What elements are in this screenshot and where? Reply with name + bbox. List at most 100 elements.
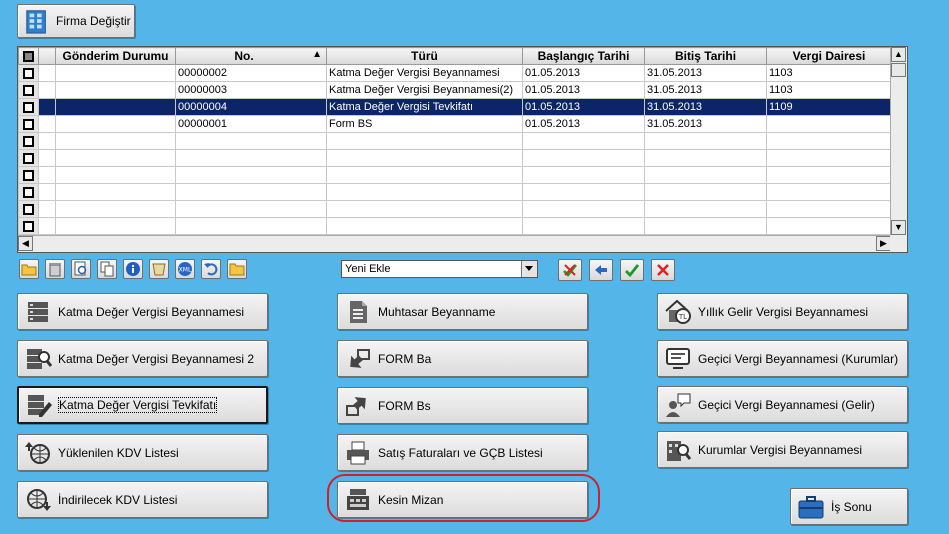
- end-date-cell[interactable]: [644, 217, 767, 235]
- type-cell[interactable]: Katma Değer Vergisi Tevkifatı: [326, 98, 523, 116]
- tax-office-cell[interactable]: [766, 149, 892, 167]
- scroll-down-button[interactable]: ▼: [891, 220, 906, 235]
- declarations-grid[interactable]: Gönderim Durumu No. ▲ Türü Başlangıç Tar…: [17, 46, 908, 253]
- no-cell[interactable]: 00000003: [175, 81, 327, 99]
- start-date-cell[interactable]: [522, 132, 645, 150]
- scroll-up-button[interactable]: ▲: [891, 47, 906, 62]
- start-date-cell[interactable]: [522, 217, 645, 235]
- type-cell[interactable]: [326, 132, 523, 150]
- status-cell[interactable]: [55, 200, 176, 218]
- status-cell[interactable]: [55, 217, 176, 235]
- row-checkbox[interactable]: [18, 217, 39, 235]
- tax-office-cell[interactable]: [766, 166, 892, 184]
- new-record-select[interactable]: Yeni Ekle: [341, 260, 538, 278]
- type-cell[interactable]: Katma Değer Vergisi Beyannamesi(2): [326, 81, 523, 99]
- kurumlar-vergisi-button[interactable]: Kurumlar Vergisi Beyannamesi: [657, 431, 908, 468]
- type-cell[interactable]: Form BS: [326, 115, 523, 133]
- folder-button[interactable]: [227, 259, 247, 279]
- table-row[interactable]: 00000001 Form BS 01.05.2013 31.05.2013: [18, 115, 892, 133]
- start-date-cell[interactable]: [522, 166, 645, 184]
- end-date-cell[interactable]: [644, 200, 767, 218]
- yillik-gelir-button[interactable]: TL Yıllık Gelir Vergisi Beyannamesi: [657, 293, 908, 330]
- tax-office-cell[interactable]: [766, 217, 892, 235]
- delete-button[interactable]: [45, 259, 65, 279]
- type-cell[interactable]: [326, 166, 523, 184]
- start-date-cell[interactable]: 01.05.2013: [522, 115, 645, 133]
- scroll-right-button[interactable]: ▶: [876, 236, 891, 251]
- no-cell[interactable]: [175, 132, 327, 150]
- undo-button[interactable]: [201, 259, 221, 279]
- end-date-cell[interactable]: [644, 132, 767, 150]
- copy-button[interactable]: [97, 259, 117, 279]
- table-row[interactable]: [18, 132, 892, 150]
- end-date-cell[interactable]: [644, 149, 767, 167]
- table-row[interactable]: 00000004 Katma Değer Vergisi Tevkifatı 01.…: [18, 98, 892, 116]
- table-row[interactable]: 00000003 Katma Değer Vergisi Beyannamesi(…: [18, 81, 892, 99]
- start-date-cell[interactable]: [522, 149, 645, 167]
- no-cell[interactable]: [175, 183, 327, 201]
- row-checkbox[interactable]: [18, 149, 39, 167]
- status-cell[interactable]: [55, 64, 176, 82]
- status-cell[interactable]: [55, 132, 176, 150]
- tax-office-cell[interactable]: 1109: [766, 98, 892, 116]
- kdv-tevkifati-button[interactable]: Katma Değer Vergisi Tevkifatı: [17, 386, 268, 424]
- tax-office-cell[interactable]: 1103: [766, 81, 892, 99]
- column-header-status[interactable]: Gönderim Durumu: [55, 47, 176, 65]
- is-sonu-button[interactable]: İş Sonu: [790, 488, 908, 525]
- kdv-beyannamesi-2-button[interactable]: Katma Değer Vergisi Beyannamesi 2: [17, 340, 268, 377]
- row-checkbox[interactable]: [18, 115, 39, 133]
- vertical-scrollbar[interactable]: ▲ ▼: [890, 47, 907, 235]
- column-header-tax-office[interactable]: Vergi Dairesi: [766, 47, 892, 65]
- info-button[interactable]: [123, 259, 143, 279]
- column-header-no[interactable]: No. ▲: [175, 47, 327, 65]
- confirm-button[interactable]: [620, 259, 644, 281]
- start-date-cell[interactable]: [522, 200, 645, 218]
- tax-office-cell[interactable]: [766, 115, 892, 133]
- table-row[interactable]: 00000002 Katma Değer Vergisi Beyannamesi 0…: [18, 64, 892, 82]
- column-header-end-date[interactable]: Bitiş Tarihi: [644, 47, 767, 65]
- end-date-cell[interactable]: [644, 166, 767, 184]
- back-button[interactable]: [589, 259, 613, 281]
- no-cell[interactable]: [175, 149, 327, 167]
- end-date-cell[interactable]: 31.05.2013: [644, 115, 767, 133]
- chevron-down-icon[interactable]: [521, 261, 537, 277]
- table-row[interactable]: [18, 166, 892, 184]
- form-bs-button[interactable]: FORM Bs: [337, 387, 588, 424]
- start-date-cell[interactable]: 01.05.2013: [522, 81, 645, 99]
- table-row[interactable]: [18, 149, 892, 167]
- row-checkbox[interactable]: [18, 166, 39, 184]
- yuklenilen-kdv-button[interactable]: Yüklenilen KDV Listesi: [17, 434, 268, 471]
- tax-office-cell[interactable]: 1103: [766, 64, 892, 82]
- select-all-checkbox[interactable]: [18, 47, 39, 65]
- gecici-kurumlar-button[interactable]: Geçici Vergi Beyannamesi (Kurumlar): [657, 340, 908, 377]
- row-checkbox[interactable]: [18, 183, 39, 201]
- type-cell[interactable]: [326, 183, 523, 201]
- column-header-start-date[interactable]: Başlangıç Tarihi: [522, 47, 645, 65]
- start-date-cell[interactable]: [522, 183, 645, 201]
- status-cell[interactable]: [55, 115, 176, 133]
- table-row[interactable]: [18, 217, 892, 235]
- type-cell[interactable]: [326, 200, 523, 218]
- status-cell[interactable]: [55, 183, 176, 201]
- stamp-button[interactable]: [149, 259, 169, 279]
- muhtasar-button[interactable]: Muhtasar Beyanname: [337, 293, 588, 330]
- tax-office-cell[interactable]: [766, 132, 892, 150]
- column-header-type[interactable]: Türü: [326, 47, 523, 65]
- type-cell[interactable]: [326, 217, 523, 235]
- no-cell[interactable]: [175, 217, 327, 235]
- horizontal-scrollbar[interactable]: ◀ ▶: [18, 235, 891, 252]
- type-cell[interactable]: Katma Değer Vergisi Beyannamesi: [326, 64, 523, 82]
- status-cell[interactable]: [55, 166, 176, 184]
- type-cell[interactable]: [326, 149, 523, 167]
- end-date-cell[interactable]: 31.05.2013: [644, 98, 767, 116]
- status-cell[interactable]: [55, 81, 176, 99]
- firma-degistir-button[interactable]: Firma Değiştir: [17, 4, 135, 38]
- table-row[interactable]: [18, 183, 892, 201]
- no-cell[interactable]: 00000004: [175, 98, 327, 116]
- row-checkbox[interactable]: [18, 98, 39, 116]
- satis-faturalari-button[interactable]: Satış Faturaları ve GÇB Listesi: [337, 434, 588, 471]
- no-cell[interactable]: 00000002: [175, 64, 327, 82]
- table-row[interactable]: [18, 200, 892, 218]
- scroll-left-button[interactable]: ◀: [18, 236, 33, 251]
- row-checkbox[interactable]: [18, 81, 39, 99]
